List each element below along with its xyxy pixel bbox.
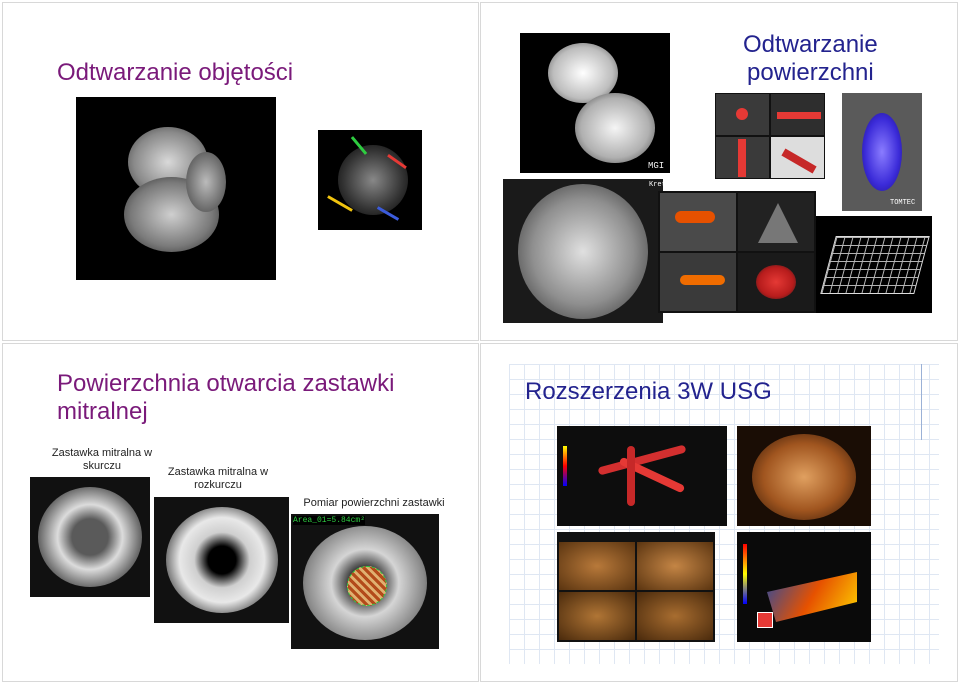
slide-title-line1: Odtwarzanie (743, 31, 878, 58)
kretz-logo: Kretz (649, 181, 663, 189)
slide-volume-rendering: Odtwarzanie objętości (2, 2, 479, 341)
fetal-face-color-image (737, 426, 871, 526)
caption-systole-line1: Zastawka mitralna w (51, 447, 153, 459)
caption-systole-line2: skurczu (83, 460, 121, 472)
slide-title-line2: powierzchni (747, 59, 874, 86)
valve-diastole-image (154, 497, 289, 623)
caption-diastole-line2: rozkurczu (194, 479, 242, 491)
colored-lines-image (318, 130, 422, 230)
fetus-volume-image (76, 97, 276, 280)
caption-diastole-line1: Zastawka mitralna w (167, 466, 269, 478)
slide-surface-rendering: Odtwarzanie powierzchni MGI TOMTEC Kretz (480, 2, 958, 341)
ultrasound-quad-image (557, 532, 715, 642)
slide-mitral-valve: Powierzchnia otwarcia zastawki mitralnej… (2, 343, 479, 682)
purple-organ-image: TOMTEC (842, 93, 922, 211)
mgi-label: MGI (648, 161, 665, 171)
slide-3d-extensions: Rozszerzenia 3W USG (480, 343, 958, 682)
slide-title-line1: Powierzchnia otwarcia zastawki (57, 370, 395, 397)
slide-title: Rozszerzenia 3W USG (525, 378, 772, 405)
vessel-tree-image (557, 426, 727, 526)
wireframe-image (816, 216, 932, 313)
fetus-surface-image: MGI (520, 33, 670, 173)
doppler-quad-image (658, 191, 816, 313)
valve-measurement-image: Area_01=5.84cm² (291, 514, 439, 649)
caption-measurement: Pomiar powierzchni zastawki (303, 497, 445, 509)
vessels-quad-image (715, 93, 825, 179)
slide-title-line2: mitralnej (57, 398, 148, 425)
tomtec-brand: TOMTEC (890, 199, 916, 207)
color-doppler-image (737, 532, 871, 642)
slide-title: Odtwarzanie objętości (57, 59, 294, 86)
area-label: Area_01=5.84cm² (293, 516, 366, 525)
fetal-face-image: Kretz (503, 179, 663, 323)
valve-systole-image (30, 477, 150, 597)
